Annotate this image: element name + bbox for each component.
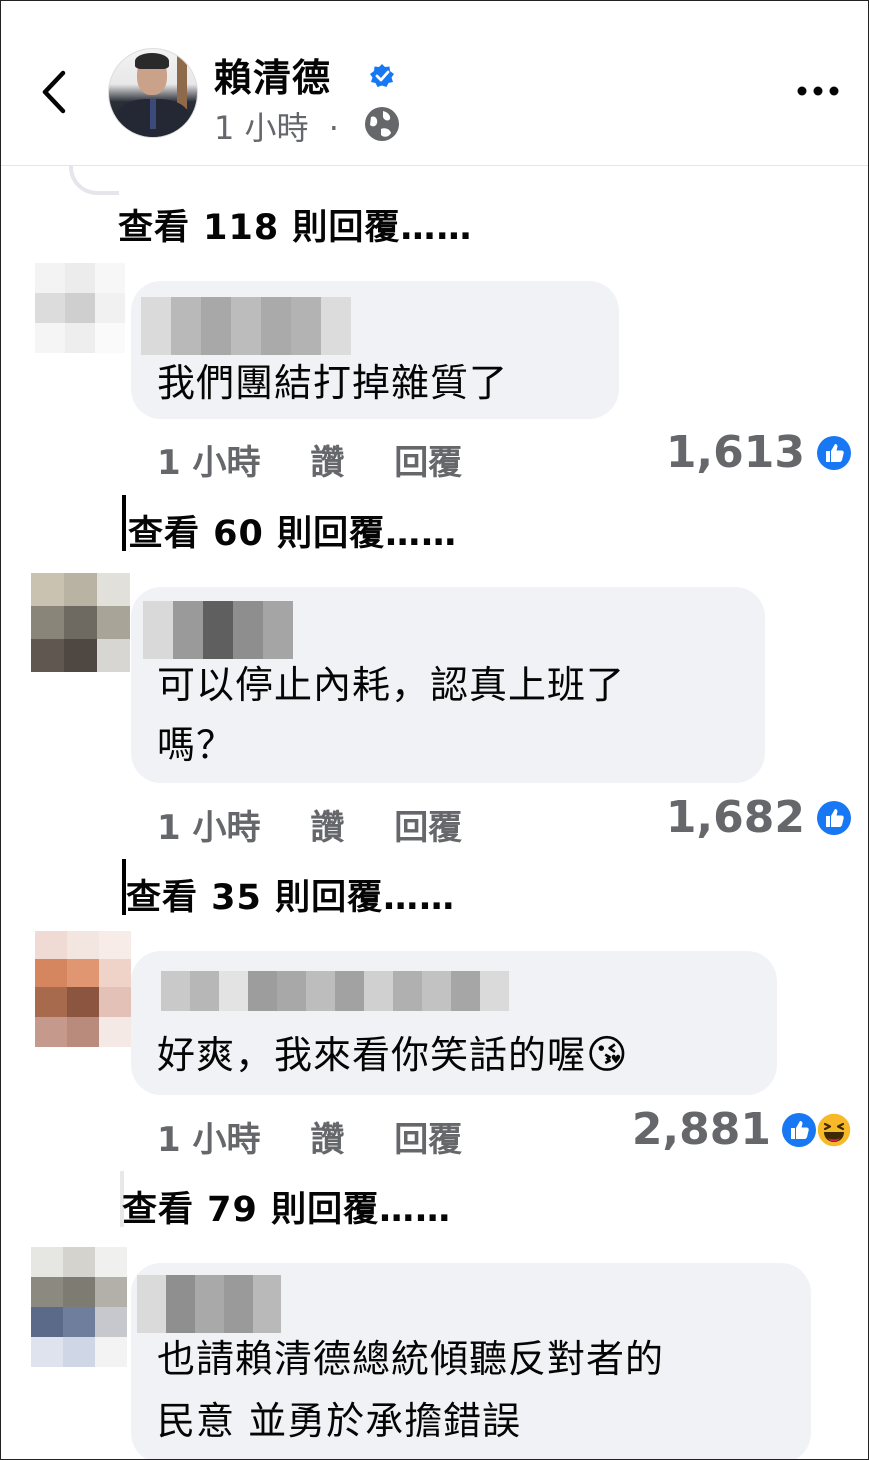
more-options-icon[interactable]	[796, 85, 840, 97]
like-button[interactable]: 讚	[310, 1120, 344, 1160]
commenter-avatar-pixelated[interactable]	[35, 931, 131, 1047]
comment-text-content: 好爽，我來看你笑話的喔	[157, 1033, 587, 1077]
page-name[interactable]: 賴清德	[214, 47, 331, 102]
reply-button[interactable]: 回覆	[394, 443, 462, 483]
page-avatar[interactable]	[108, 48, 198, 138]
comment-text: 好爽，我來看你笑話的喔😘	[157, 1025, 629, 1085]
view-replies-link[interactable]: 查看 60 則回覆……	[128, 505, 457, 556]
like-reaction-icon	[817, 436, 851, 470]
comment-text-line: 嗎？	[157, 723, 236, 767]
reply-button[interactable]: 回覆	[394, 1120, 462, 1160]
view-replies-link[interactable]: 查看 35 則回覆……	[126, 869, 455, 920]
text-cursor	[122, 495, 126, 551]
commenter-name-pixelated[interactable]	[161, 971, 509, 1011]
reaction-count[interactable]: 1,613	[641, 427, 805, 478]
comment-actions: 1 小時 讚 回覆	[157, 435, 500, 484]
commenter-avatar-pixelated[interactable]	[31, 573, 130, 672]
reply-button[interactable]: 回覆	[394, 808, 462, 848]
commenter-name-pixelated[interactable]	[143, 601, 293, 659]
commenter-name-pixelated[interactable]	[141, 297, 351, 355]
view-replies-link[interactable]: 查看 79 則回覆……	[122, 1181, 451, 1232]
kissing-heart-emoji-icon: 😘	[586, 1032, 629, 1078]
commenter-avatar-pixelated[interactable]	[31, 1247, 127, 1367]
comment-actions: 1 小時 讚 回覆	[157, 800, 500, 849]
comment-text-line: 可以停止內耗，認真上班了	[157, 663, 626, 707]
view-replies-link[interactable]: 查看 118 則回覆……	[118, 199, 472, 250]
like-reaction-icon	[782, 1113, 816, 1147]
haha-reaction-icon	[816, 1112, 852, 1148]
comment-text-line: 民意 並勇於承擔錯誤	[157, 1399, 522, 1443]
reaction-count[interactable]: 2,881	[601, 1104, 771, 1155]
comment-time: 1 小時	[157, 808, 261, 848]
reaction-count[interactable]: 1,682	[641, 792, 805, 843]
comment-actions: 1 小時 讚 回覆	[157, 1112, 500, 1161]
comment-bubble[interactable]: 也請賴清德總統傾聽反對者的 民意 並勇於承擔錯誤	[131, 1263, 811, 1459]
comment-time: 1 小時	[157, 1120, 261, 1160]
post-time-text: 1 小時	[214, 109, 309, 147]
public-globe-icon	[365, 107, 399, 141]
like-reaction-icon	[817, 801, 851, 835]
comment-text: 我們團結打掉雜質了	[157, 361, 509, 405]
verified-badge-icon	[370, 64, 394, 87]
commenter-avatar-pixelated[interactable]	[35, 263, 125, 353]
comment-bubble[interactable]: 好爽，我來看你笑話的喔😘	[131, 951, 777, 1095]
meta-separator: ·	[328, 109, 339, 147]
comment-bubble[interactable]: 可以停止內耗，認真上班了 嗎？	[131, 587, 765, 783]
comment-text-line: 也請賴清德總統傾聽反對者的	[157, 1337, 665, 1381]
like-button[interactable]: 讚	[310, 443, 344, 483]
back-arrow-icon[interactable]	[35, 67, 75, 117]
comment-time: 1 小時	[157, 443, 261, 483]
comments-screen: 賴清德 1 小時 · 查看 118 則回覆…… 我們團結打掉雜質了 1 小時 讚…	[0, 0, 869, 1460]
like-button[interactable]: 讚	[310, 808, 344, 848]
commenter-name-pixelated[interactable]	[137, 1275, 281, 1333]
comment-bubble[interactable]: 我們團結打掉雜質了	[131, 281, 619, 419]
post-header: 賴清德 1 小時 ·	[1, 1, 868, 166]
post-time: 1 小時 ·	[214, 103, 339, 149]
